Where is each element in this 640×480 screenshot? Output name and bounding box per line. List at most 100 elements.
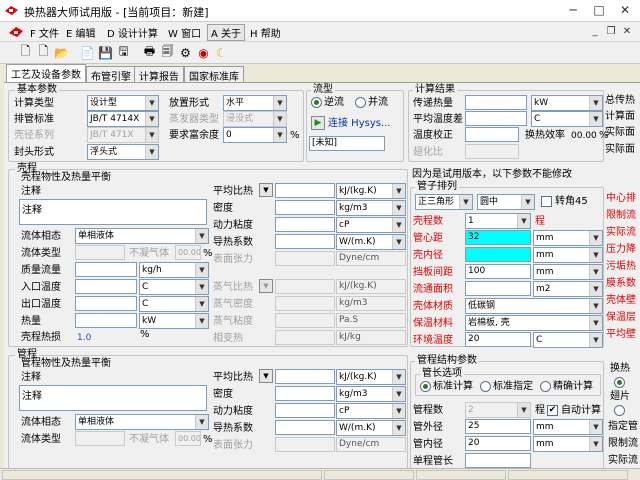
shell-cond-field[interactable] [275, 234, 335, 249]
tab-process[interactable]: 工艺及设备参数 [6, 64, 86, 82]
shell-id-field[interactable] [465, 247, 531, 262]
counterflow-radio[interactable] [311, 97, 322, 108]
insulation-select[interactable]: 岩棉板, 壳 [465, 315, 603, 331]
head-type-select[interactable]: 浮头式 [87, 144, 159, 160]
tube-pitch-field[interactable]: 32 [465, 230, 531, 245]
tube-pitch-unit[interactable]: mm [533, 230, 603, 246]
avg-temp-unit-select[interactable]: C [531, 111, 603, 127]
pattern2-select[interactable]: 圆中 [477, 194, 535, 210]
menu-window[interactable]: W 窗口 [168, 25, 201, 40]
mdi-restore-icon[interactable]: ❐ [604, 25, 618, 38]
rotate-checkbox[interactable] [541, 196, 552, 207]
print-preview-icon[interactable]: 🗐 [160, 44, 175, 60]
tube-count-select[interactable]: 2 [465, 402, 531, 418]
ambient-temp-unit[interactable]: C [533, 332, 603, 348]
right-radio-1[interactable] [614, 377, 625, 388]
flow-area-unit[interactable]: m2 [533, 281, 603, 297]
close-button[interactable]: ✕ [612, 1, 638, 19]
evaporator-type-select[interactable]: 浸没式 [223, 111, 287, 127]
new-file-icon[interactable]: 🗋 [18, 44, 33, 60]
tube-visc-field[interactable] [275, 403, 335, 418]
margin-select[interactable]: 0 [223, 127, 287, 143]
save-as-icon[interactable]: 🖫 [116, 44, 131, 60]
help-circle-icon[interactable]: ◉ [196, 45, 211, 60]
tube-length-field[interactable] [465, 453, 531, 468]
tube-cp-unit[interactable]: kJ/(kg.K) [336, 369, 406, 385]
tube-cp-field[interactable] [275, 369, 335, 384]
menu-help[interactable]: H 帮助 [250, 25, 281, 40]
baffle-spacing-unit[interactable]: mm [533, 264, 603, 280]
tab-layout-engine[interactable]: 布管引擎 [86, 66, 136, 83]
tube-id-unit[interactable]: mm [533, 436, 603, 452]
mdi-minimize-icon[interactable]: _ [588, 25, 602, 38]
tube-density-field[interactable] [275, 386, 335, 401]
minimize-button[interactable]: ─ [560, 1, 586, 19]
std-spec-radio[interactable] [480, 381, 491, 392]
baffle-spacing-field[interactable]: 100 [465, 264, 531, 279]
ambient-temp-field[interactable]: 20 [465, 332, 531, 347]
tube-cond-field[interactable] [275, 420, 335, 435]
std-calc-radio[interactable] [420, 381, 431, 392]
shell-cond-unit[interactable]: W/(m.K) [336, 234, 406, 250]
tube-visc-unit[interactable]: cP [336, 403, 406, 419]
shell-material-select[interactable]: 低碳钢 [465, 298, 603, 314]
menu-about[interactable]: A 关于 [207, 24, 246, 41]
shell-density-unit[interactable]: kg/m3 [336, 200, 406, 216]
mdi-close-icon[interactable]: ✕ [620, 25, 634, 38]
shell-note-textarea[interactable]: 注释 [19, 199, 207, 225]
save-icon[interactable]: 💾 [98, 45, 113, 60]
shell-cp-dropdown-icon[interactable]: ▼ [259, 183, 273, 197]
parallel-radio[interactable] [355, 97, 366, 108]
connect-hysys-link[interactable]: 连接 Hysys... [328, 118, 391, 130]
calc-type-select[interactable]: 设计型 [87, 95, 159, 111]
shell-inlet-unit[interactable]: C [139, 279, 209, 295]
pattern-select[interactable]: 正三角形 [415, 194, 473, 210]
shell-vcp-dropdown-icon[interactable]: ▼ [259, 279, 273, 293]
print-icon[interactable]: 🖶 [142, 44, 157, 60]
right-radio-2[interactable] [614, 405, 625, 416]
tube-phase-select[interactable]: 单相液体 [75, 414, 209, 430]
tube-cond-unit[interactable]: W/(m.K) [336, 420, 406, 436]
menu-design[interactable]: D 设计计算 [107, 25, 158, 40]
moon-icon[interactable]: ☾ [214, 45, 229, 60]
shell-id-unit[interactable]: mm [533, 247, 603, 263]
shell-series-select[interactable]: JB/T 471X [87, 127, 159, 143]
precise-radio[interactable] [540, 381, 551, 392]
shell-count-select[interactable]: 1 [465, 213, 531, 229]
shell-cp-unit[interactable]: kJ/(kg.K) [336, 183, 406, 199]
auto-calc-checkbox[interactable]: ✔ [547, 405, 558, 416]
tube-note-textarea[interactable]: 注释 [19, 385, 207, 411]
tube-density-unit[interactable]: kg/m3 [336, 386, 406, 402]
shell-heat-field[interactable] [75, 313, 137, 328]
tube-cp-dropdown-icon[interactable]: ▼ [259, 369, 273, 383]
tube-od-unit[interactable]: mm [533, 419, 603, 435]
shell-mass-flow-unit[interactable]: kg/h [139, 262, 209, 278]
shell-mass-flow-field[interactable] [75, 262, 137, 277]
menu-file[interactable]: F 文件 [30, 25, 59, 40]
app-menu-icon[interactable] [8, 26, 24, 38]
shell-outlet-field[interactable] [75, 296, 137, 311]
shell-cp-field[interactable] [275, 183, 335, 198]
heat-duty-unit-select[interactable]: kW [531, 95, 603, 111]
orientation-select[interactable]: 水平 [223, 95, 287, 111]
shell-visc-field[interactable] [275, 217, 335, 232]
open-icon[interactable]: 📂 [54, 45, 69, 60]
play-icon[interactable]: ▶ [311, 116, 325, 130]
tube-id-field[interactable]: 20 [465, 436, 531, 451]
settings-icon[interactable]: ⚙ [178, 45, 193, 60]
shell-density-field[interactable] [275, 200, 335, 215]
maximize-button[interactable]: □ [586, 1, 612, 19]
tab-standards[interactable]: 国家标准库 [184, 66, 244, 83]
standard-select[interactable]: JB/T 4714X [87, 111, 159, 127]
menu-edit[interactable]: E 编辑 [66, 25, 96, 40]
shell-heat-unit[interactable]: kW [139, 313, 209, 329]
tube-od-field[interactable]: 25 [465, 419, 531, 434]
shell-visc-unit[interactable]: cP [336, 217, 406, 233]
doc-icon[interactable]: 📄 [80, 45, 95, 60]
new-template-icon[interactable]: 🗋 [36, 44, 51, 60]
shell-phase-select[interactable]: 单相液体 [75, 228, 209, 244]
shell-outlet-unit[interactable]: C [139, 296, 209, 312]
shell-inlet-field[interactable] [75, 279, 137, 294]
tab-report[interactable]: 计算报告 [134, 66, 184, 83]
actual-flow-label: 实际流 [608, 455, 638, 466]
